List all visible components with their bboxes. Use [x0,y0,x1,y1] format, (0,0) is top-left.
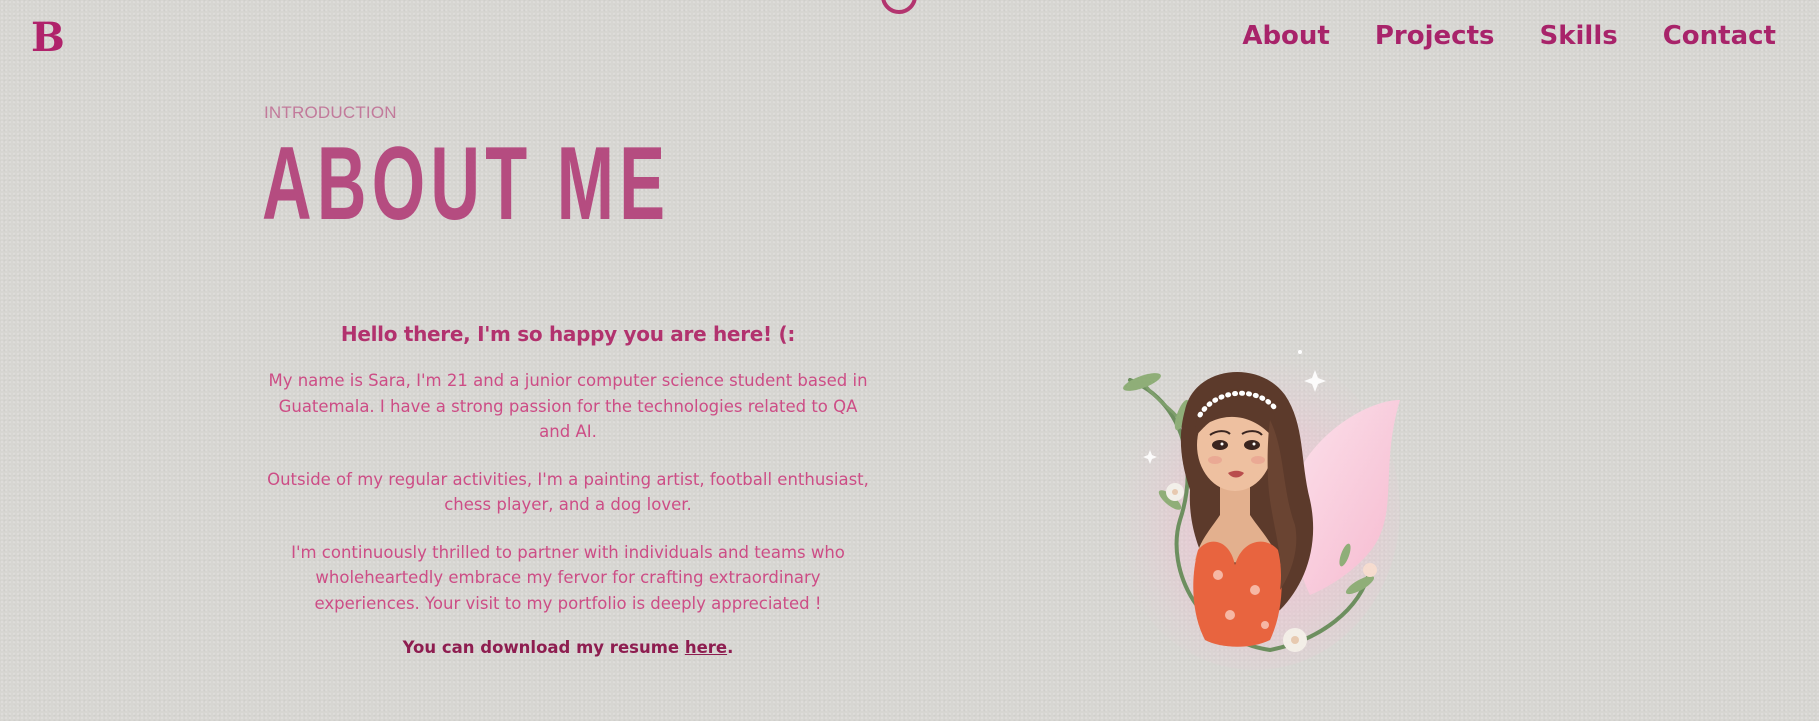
about-paragraph-intro: My name is Sara, I'm 21 and a junior com… [268,371,868,441]
resume-suffix: . [727,638,734,657]
about-content: Hello there, I'm so happy you are here! … [266,322,870,657]
greeting-heading: Hello there, I'm so happy you are here! … [340,322,796,346]
about-paragraph-closing: I'm continuously thrilled to partner wit… [291,542,845,613]
nav-about-link[interactable]: About [1242,22,1330,51]
logo[interactable]: B [31,18,65,58]
nav-contact-link[interactable]: Contact [1663,22,1776,51]
resume-line: You can download my resume here. [266,638,870,657]
nav-skills-link[interactable]: Skills [1539,22,1617,51]
nav-projects-link[interactable]: Projects [1375,22,1495,51]
page-title: ABOUT ME [262,126,671,242]
main-nav: About Projects Skills Contact [1242,22,1776,51]
ring-icon [881,0,917,14]
resume-prefix: You can download my resume [402,638,685,657]
girl-avatar-illustration [1070,340,1410,680]
about-paragraph-hobbies: Outside of my regular activities, I'm a … [267,469,869,515]
section-eyebrow: INTRODUCTION [264,103,397,122]
resume-download-link[interactable]: here [685,638,727,657]
